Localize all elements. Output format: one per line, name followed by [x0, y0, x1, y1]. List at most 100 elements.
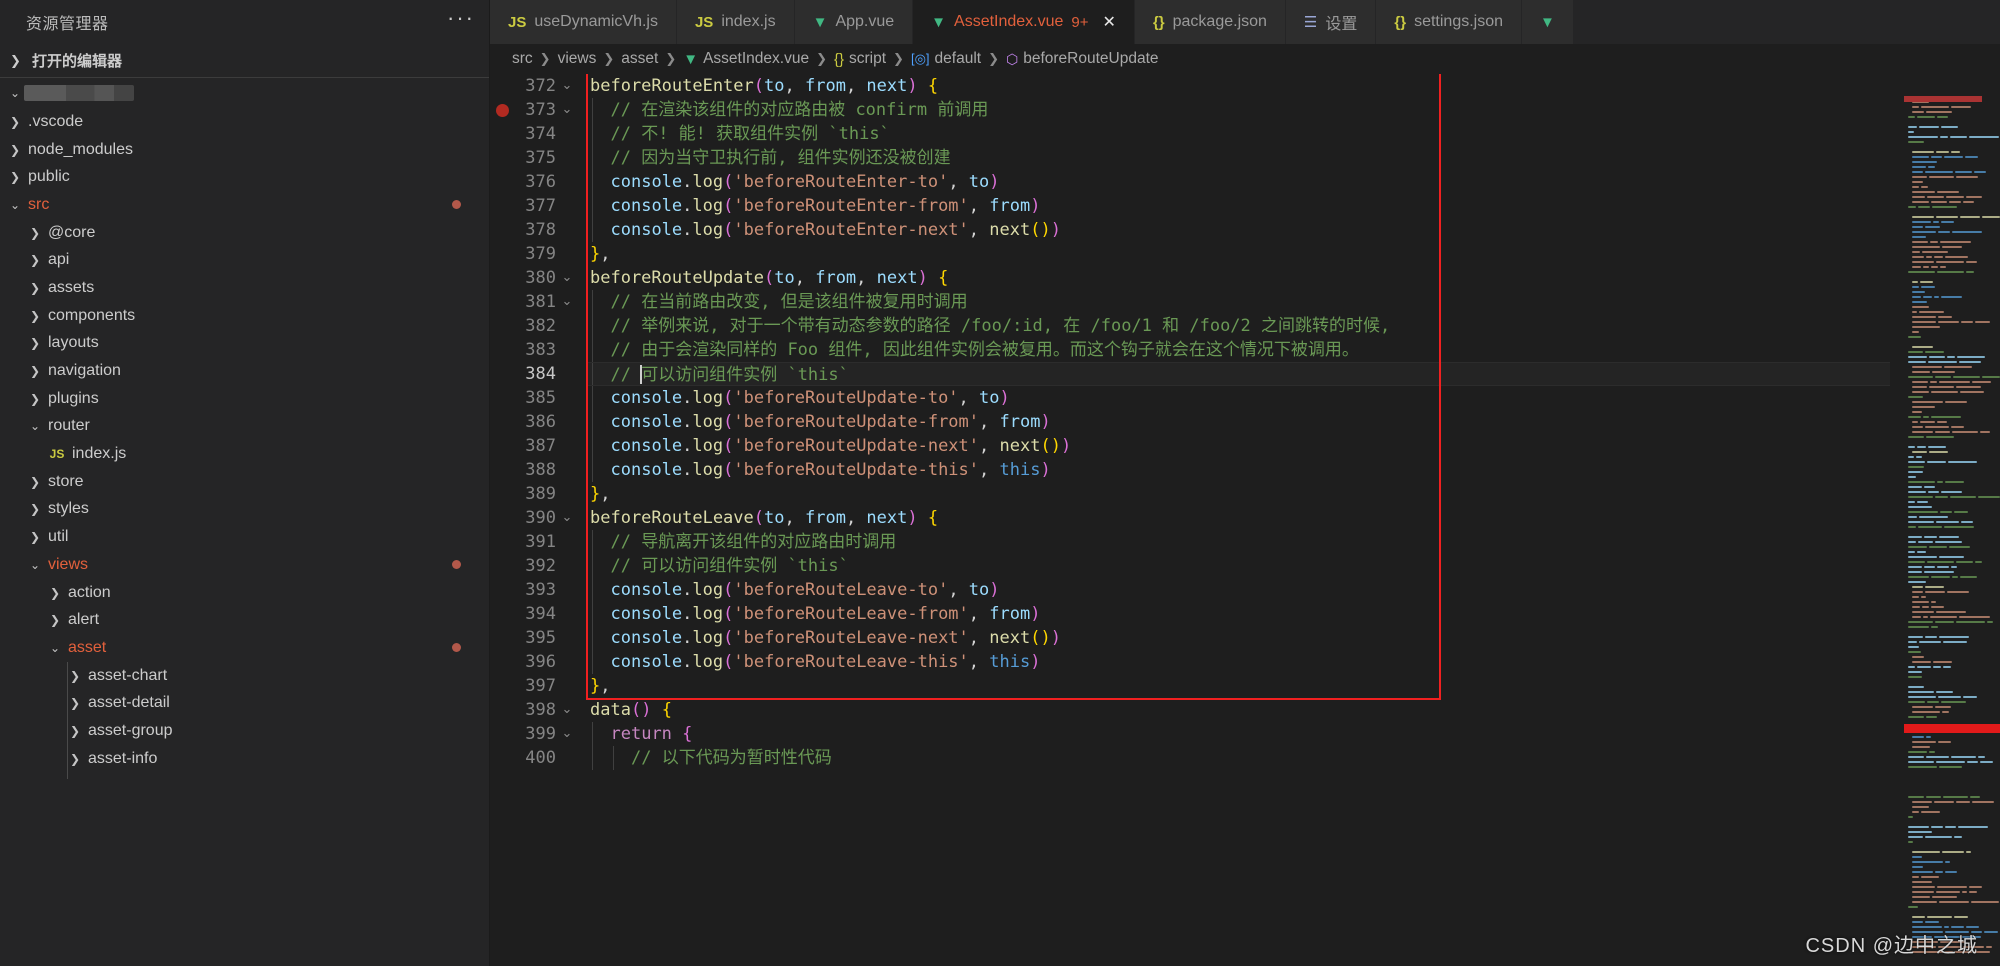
code-line-379[interactable]: }, [586, 242, 1890, 266]
code-line-372[interactable]: beforeRouteEnter(to, from, next) { [586, 74, 1890, 98]
gutter-line-377[interactable]: 377⌄ [490, 194, 586, 218]
code-line-382[interactable]: // 举例来说, 对于一个带有动态参数的路径 /foo/:id, 在 /foo/… [586, 314, 1890, 338]
chevron-right-icon[interactable]: ❯ [26, 393, 44, 405]
gutter-line-399[interactable]: 399 ⌄ [490, 722, 586, 746]
code-line-377[interactable]: console.log('beforeRouteEnter-from', fro… [586, 194, 1890, 218]
chevron-down-icon[interactable]: ⌄ [26, 559, 44, 571]
code-line-398[interactable]: data() { [586, 698, 1890, 722]
chevron-right-icon[interactable]: ❯ [26, 531, 44, 543]
chevron-right-icon[interactable]: ❯ [6, 116, 24, 128]
chevron-right-icon[interactable]: ❯ [66, 670, 84, 682]
breadcrumb-item-beforerouteupdate[interactable]: ⬡ beforeRouteUpdate [1006, 50, 1159, 68]
tab-assetindex.vue[interactable]: ▼ AssetIndex.vue 9+ ✕ [913, 0, 1135, 44]
chevron-right-icon[interactable]: ❯ [26, 310, 44, 322]
code-line-391[interactable]: // 导航离开该组件的对应路由时调用 [586, 530, 1890, 554]
ellipsis-icon[interactable]: ··· [447, 7, 475, 31]
tree-item-asset-info[interactable]: ❯ asset-info [0, 745, 489, 773]
chevron-right-icon[interactable]: ❯ [26, 476, 44, 488]
code-line-381[interactable]: // 在当前路由改变, 但是该组件被复用时调用 [586, 290, 1890, 314]
fold-chevron-icon[interactable]: ⌄ [556, 290, 578, 314]
chevron-right-icon[interactable]: ❯ [66, 725, 84, 737]
gutter-line-400[interactable]: 400⌄ [490, 746, 586, 770]
gutter-line-385[interactable]: 385⌄ [490, 386, 586, 410]
file-tree[interactable]: ❯ .vscode ❯ node_modules ❯ public ⌄ src ❯ @core ❯ a… [0, 108, 489, 966]
fold-chevron-icon[interactable]: ⌄ [556, 722, 578, 746]
code-content[interactable]: beforeRouteEnter(to, from, next) {// 在渲染… [586, 74, 1890, 966]
tree-item-core[interactable]: ❯ @core [0, 219, 489, 247]
fold-chevron-icon[interactable]: ⌄ [556, 506, 578, 530]
gutter-line-397[interactable]: 397⌄ [490, 674, 586, 698]
gutter-line-396[interactable]: 396⌄ [490, 650, 586, 674]
tree-item-assets[interactable]: ❯ assets [0, 274, 489, 302]
code-line-378[interactable]: console.log('beforeRouteEnter-next', nex… [586, 218, 1890, 242]
breadcrumb-item-script[interactable]: {} script [834, 50, 886, 68]
breadcrumb-item-asset[interactable]: asset [621, 50, 658, 68]
tree-item-router[interactable]: ⌄ router [0, 413, 489, 441]
tree-item-alert[interactable]: ❯ alert [0, 606, 489, 634]
chevron-right-icon[interactable]: ❯ [46, 614, 64, 626]
fold-chevron-icon[interactable]: ⌄ [556, 74, 578, 98]
tab-usedynamicvh.js[interactable]: JS useDynamicVh.js [490, 0, 677, 44]
gutter-line-372[interactable]: 372 ⌄ [490, 74, 586, 98]
gutter-line-389[interactable]: 389⌄ [490, 482, 586, 506]
gutter-line-390[interactable]: 390 ⌄ [490, 506, 586, 530]
code-line-390[interactable]: beforeRouteLeave(to, from, next) { [586, 506, 1890, 530]
code-line-374[interactable]: // 不! 能! 获取组件实例 `this` [586, 122, 1890, 146]
code-line-396[interactable]: console.log('beforeRouteLeave-this', thi… [586, 650, 1890, 674]
tree-item-vscode[interactable]: ❯ .vscode [0, 108, 489, 136]
code-line-376[interactable]: console.log('beforeRouteEnter-to', to) [586, 170, 1890, 194]
gutter-line-386[interactable]: 386⌄ [490, 410, 586, 434]
code-line-389[interactable]: }, [586, 482, 1890, 506]
close-icon[interactable]: ✕ [1103, 12, 1116, 32]
chevron-down-icon[interactable]: ⌄ [6, 199, 24, 211]
code-line-384[interactable]: // 可以访问组件实例 `this` [586, 362, 1890, 386]
code-line-392[interactable]: // 可以访问组件实例 `this` [586, 554, 1890, 578]
gutter-line-378[interactable]: 378⌄ [490, 218, 586, 242]
fold-chevron-icon[interactable]: ⌄ [556, 98, 578, 122]
gutter-line-379[interactable]: 379⌄ [490, 242, 586, 266]
gutter-line-387[interactable]: 387⌄ [490, 434, 586, 458]
tree-item-layouts[interactable]: ❯ layouts [0, 330, 489, 358]
code-line-383[interactable]: // 由于会渲染同样的 Foo 组件, 因此组件实例会被复用。而这个钩子就会在这… [586, 338, 1890, 362]
editor-tabbar[interactable]: JS useDynamicVh.js JS index.js ▼ App.vue ▼ Asse… [490, 0, 2000, 44]
breakpoint-icon[interactable] [496, 103, 509, 117]
gutter-line-395[interactable]: 395⌄ [490, 626, 586, 650]
open-editors-section[interactable]: ❯ 打开的编辑器 [0, 44, 489, 78]
tree-item-navigation[interactable]: ❯ navigation [0, 357, 489, 385]
tab-app.vue[interactable]: ▼ App.vue [794, 0, 914, 44]
tree-item-asset-group[interactable]: ❯ asset-group [0, 717, 489, 745]
breadcrumb-item-default[interactable]: [◎] default [911, 50, 981, 68]
code-line-394[interactable]: console.log('beforeRouteLeave-from', fro… [586, 602, 1890, 626]
tree-item-public[interactable]: ❯ public [0, 163, 489, 191]
tree-item-util[interactable]: ❯ util [0, 523, 489, 551]
breadcrumb[interactable]: src ❯ views ❯ asset ❯ ▼ AssetIndex.vue ❯ {} script… [490, 44, 2000, 74]
tree-item-node_modules[interactable]: ❯ node_modules [0, 136, 489, 164]
code-line-399[interactable]: return { [586, 722, 1890, 746]
breadcrumb-item-assetindex.vue[interactable]: ▼ AssetIndex.vue [683, 50, 809, 68]
gutter-line-382[interactable]: 382⌄ [490, 314, 586, 338]
tree-item-asset[interactable]: ⌄ asset [0, 634, 489, 662]
tab-package.json[interactable]: {} package.json [1134, 0, 1286, 44]
code-editor[interactable]: 372⌄373⌄374⌄375⌄376⌄377⌄378⌄379⌄380⌄381⌄… [490, 74, 1890, 966]
chevron-right-icon[interactable]: ❯ [26, 282, 44, 294]
tree-item-components[interactable]: ❯ components [0, 302, 489, 330]
chevron-right-icon[interactable]: ❯ [66, 697, 84, 709]
gutter-line-381[interactable]: 381 ⌄ [490, 290, 586, 314]
workspace-root-row[interactable]: ⌄ [0, 78, 489, 108]
chevron-right-icon[interactable]: ❯ [66, 753, 84, 765]
code-line-375[interactable]: // 因为当守卫执行前, 组件实例还没被创建 [586, 146, 1890, 170]
chevron-right-icon[interactable]: ❯ [46, 587, 64, 599]
tree-item-store[interactable]: ❯ store [0, 468, 489, 496]
gutter-line-383[interactable]: 383⌄ [490, 338, 586, 362]
tab-index.js[interactable]: JS index.js [676, 0, 795, 44]
fold-chevron-icon[interactable]: ⌄ [556, 266, 578, 290]
gutter-line-391[interactable]: 391⌄ [490, 530, 586, 554]
gutter-line-375[interactable]: 375⌄ [490, 146, 586, 170]
chevron-right-icon[interactable]: ❯ [26, 337, 44, 349]
code-line-395[interactable]: console.log('beforeRouteLeave-next', nex… [586, 626, 1890, 650]
code-line-387[interactable]: console.log('beforeRouteUpdate-next', ne… [586, 434, 1890, 458]
tab-partial[interactable]: ▼ [1522, 0, 1574, 44]
chevron-right-icon[interactable]: ❯ [26, 227, 44, 239]
tree-item-asset-detail[interactable]: ❯ asset-detail [0, 689, 489, 717]
code-line-397[interactable]: }, [586, 674, 1890, 698]
